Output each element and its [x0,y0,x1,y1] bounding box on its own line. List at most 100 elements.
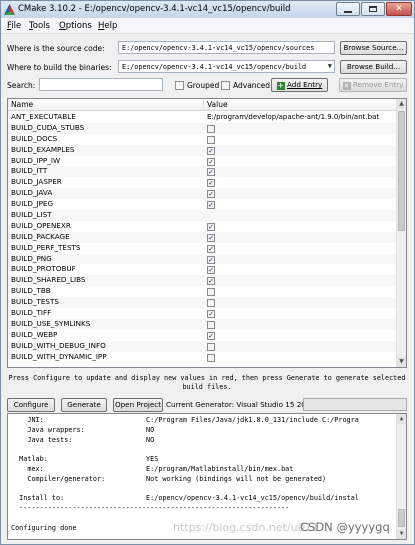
cache-variables-table[interactable]: Name Value ANT_EXECUTABLE E:/program/deve… [7,98,407,368]
scroll-thumb[interactable] [398,111,405,231]
variable-name: BUILD_LIST [11,210,52,220]
generate-button[interactable]: Generate [61,398,107,412]
watermark-url: https://blog.csdn.net/u011 [173,521,319,534]
variable-checkbox[interactable] [207,342,215,351]
scroll-up-icon[interactable]: ▲ [397,99,406,109]
table-row[interactable]: BUILD_JAVA ✓ [8,188,397,200]
title-bar[interactable]: CMake 3.10.2 - E:/opencv/opencv-3.4.1-vc… [1,1,414,18]
table-row[interactable]: BUILD_USE_SYMLINKS [8,318,397,330]
search-input[interactable] [39,78,163,91]
table-row[interactable]: BUILD_IPP_IW ✓ [8,156,397,167]
variable-checkbox[interactable]: ✓ [207,179,215,188]
table-row[interactable]: BUILD_DOCS [8,134,397,145]
output-scroll-thumb[interactable] [398,509,405,527]
advanced-checkbox[interactable] [221,81,230,90]
table-row[interactable]: BUILD_CUDA_STUBS [8,122,397,134]
column-header-name[interactable]: Name [11,100,33,109]
chevron-down-icon[interactable]: ▼ [328,62,332,70]
variable-checkbox[interactable]: ✓ [207,266,215,275]
grouped-label: Grouped [187,81,220,90]
grouped-checkbox[interactable] [175,81,184,90]
build-path-value: E:/opencv/opencv-3.4.1-vc14_vc15/opencv/… [122,63,307,71]
add-entry-button[interactable]: + Add Entry [271,78,328,92]
variable-checkbox[interactable] [207,135,215,144]
configure-button[interactable]: Configure [7,398,55,412]
variable-checkbox[interactable] [207,320,215,329]
table-row[interactable]: BUILD_TBB [8,286,397,297]
variable-checkbox[interactable] [207,299,215,308]
variable-checkbox[interactable]: ✓ [207,233,215,242]
variable-checkbox[interactable]: ✓ [207,157,215,166]
table-row[interactable]: BUILD_PACKAGE ✓ [8,231,397,243]
table-row[interactable]: BUILD_JASPER ✓ [8,177,397,188]
maximize-button[interactable] [361,2,385,16]
variable-checkbox[interactable]: ✓ [207,244,215,253]
variable-name: BUILD_DOCS [11,133,58,143]
variable-value[interactable]: E:/program/develop/apache-ant/1.9.0/bin/… [207,112,379,123]
variable-name: BUILD_SHARED_LIBS [11,275,86,285]
variable-checkbox[interactable]: ✓ [207,190,215,199]
table-row[interactable]: BUILD_OPENEXR ✓ [8,221,397,232]
variable-name: BUILD_ITT [11,166,48,176]
table-row[interactable]: BUILD_LIST [8,210,397,221]
variable-name: BUILD_TBB [11,286,51,296]
menu-help[interactable]: Help [98,21,117,31]
column-divider [203,99,204,111]
open-project-button[interactable]: Open Project [113,398,163,412]
table-header: Name Value [8,99,397,111]
table-row[interactable]: ANT_EXECUTABLE E:/program/develop/apache-… [8,112,397,123]
table-row[interactable]: BUILD_WITH_DYNAMIC_IPP [8,352,397,363]
variable-checkbox[interactable] [207,288,215,297]
variable-checkbox[interactable]: ✓ [207,201,215,210]
build-path-input[interactable]: E:/opencv/opencv-3.4.1-vc14_vc15/opencv/… [118,60,335,73]
minimize-button[interactable] [336,2,360,16]
column-header-value[interactable]: Value [207,100,228,109]
menu-tools[interactable]: Tools [29,21,50,31]
remove-entry-button[interactable]: ✕ Remove Entry [339,78,407,92]
table-row[interactable]: BUILD_JPEG ✓ [8,199,397,210]
table-row[interactable]: BUILD_PROTOBUF ✓ [8,264,397,275]
variable-name: BUILD_PNG [11,253,52,263]
variable-name: ANT_EXECUTABLE [11,112,76,121]
build-label: Where to build the binaries: [7,63,112,72]
variable-checkbox[interactable]: ✓ [207,222,215,231]
close-button[interactable]: ✕ [386,2,412,16]
table-row[interactable]: BUILD_TESTS [8,297,397,309]
table-row[interactable]: BUILD_TIFF ✓ [8,308,397,319]
variable-checkbox[interactable] [207,124,215,133]
table-row[interactable]: BUILD_WITH_DEBUG_INFO [8,340,397,352]
variable-checkbox[interactable]: ✓ [207,255,215,264]
search-label: Search: [7,81,36,90]
browse-source-button[interactable]: Browse Source... [340,41,407,55]
table-row[interactable]: BUILD_EXAMPLES ✓ [8,144,397,156]
output-scroll-up-icon[interactable]: ▲ [397,414,406,424]
menu-options-label: ptions [65,21,92,31]
table-row[interactable]: BUILD_ITT ✓ [8,166,397,178]
variable-checkbox[interactable]: ✓ [207,277,215,286]
browse-build-button[interactable]: Browse Build... [340,60,407,74]
source-path-input[interactable]: E:/opencv/opencv-3.4.1-vc14_vc15/opencv/… [118,41,335,54]
variable-name: BUILD_PERF_TESTS [11,242,81,252]
menu-file[interactable]: File [7,21,21,31]
hint-line-2: build files. [182,383,232,391]
variable-checkbox[interactable]: ✓ [207,310,215,319]
table-row[interactable]: BUILD_PERF_TESTS ✓ [8,243,397,254]
variable-checkbox[interactable]: ✓ [207,331,215,340]
table-row[interactable]: BUILD_SHARED_LIBS ✓ [8,275,397,287]
maximize-icon [369,6,377,12]
variable-checkbox[interactable]: ✓ [207,146,215,155]
output-scroll-down-icon[interactable]: ▼ [397,529,406,539]
variable-name: BUILD_TIFF [11,308,52,318]
table-scrollbar[interactable]: ▲ ▼ [396,99,406,367]
menu-options[interactable]: Options [59,21,92,31]
cmake-logo-icon [4,4,15,15]
table-row[interactable]: BUILD_WEBP ✓ [8,330,397,341]
table-row[interactable]: BUILD_PNG ✓ [8,253,397,265]
scroll-down-icon[interactable]: ▼ [397,357,406,367]
minimize-icon [344,10,352,13]
output-line: Matlab: YES [11,455,159,464]
variable-checkbox[interactable] [207,353,215,362]
output-scrollbar[interactable]: ▲ ▼ [396,414,406,539]
configure-hint: Press Configure to update and display ne… [7,374,407,392]
variable-checkbox[interactable]: ✓ [207,168,215,177]
